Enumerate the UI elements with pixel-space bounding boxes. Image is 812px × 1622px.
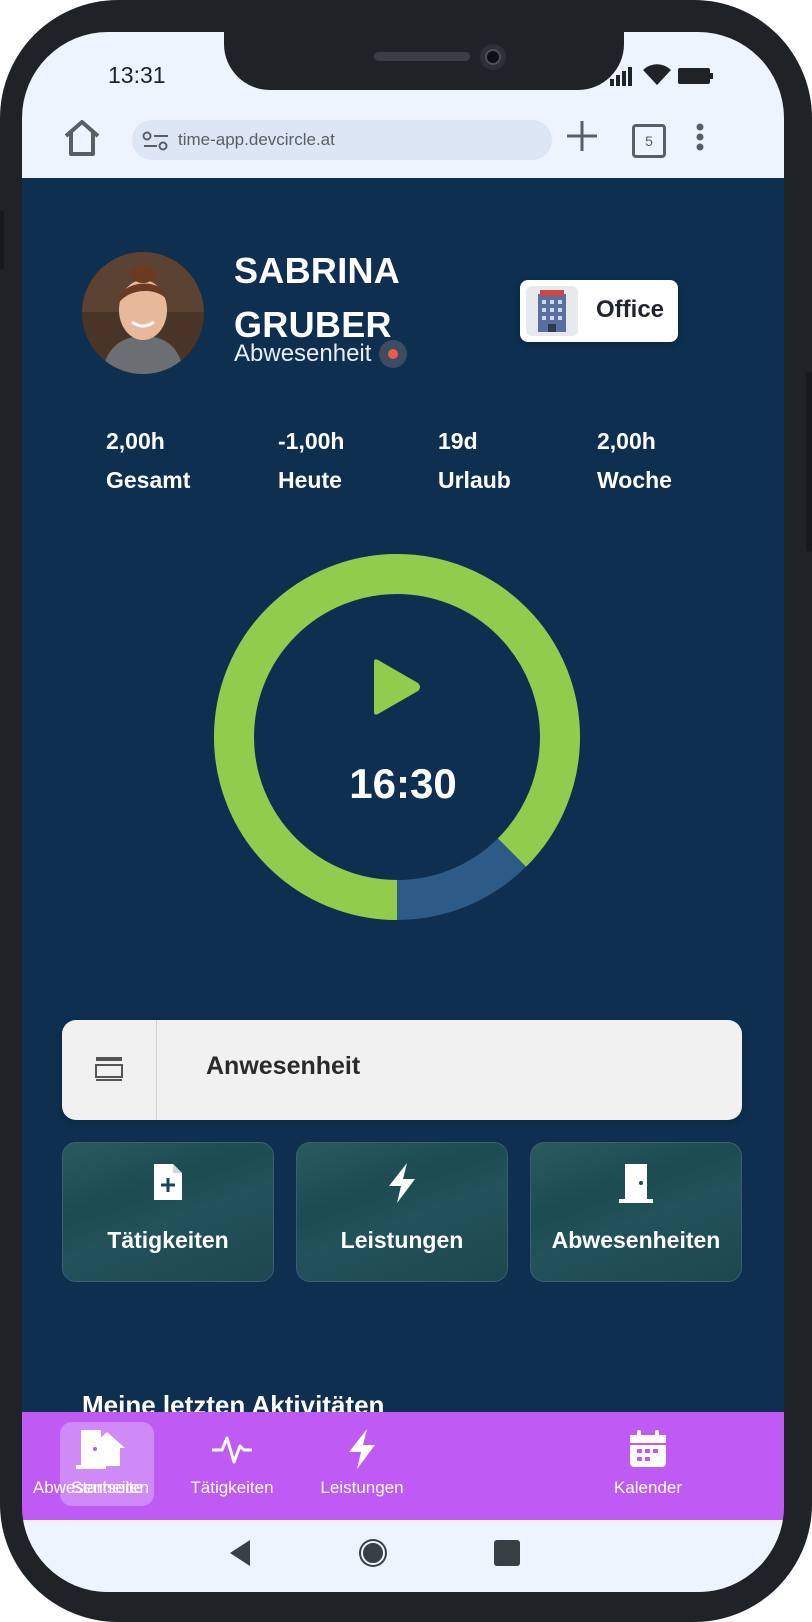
stat-label: Woche bbox=[597, 467, 672, 493]
divider bbox=[156, 1020, 157, 1120]
tab-switcher-button[interactable]: 5 bbox=[632, 124, 666, 158]
first-name: SABRINA bbox=[234, 250, 401, 291]
stat-value: 2,00h bbox=[106, 428, 165, 454]
door-icon bbox=[531, 1161, 741, 1205]
phone-frame: 13:31 time-app.devcircle.at 5 SABRINA GR… bbox=[0, 0, 812, 1622]
activity-icon bbox=[210, 1426, 254, 1472]
stat-value: -1,00h bbox=[278, 428, 345, 454]
status-time: 13:31 bbox=[108, 62, 166, 88]
document-add-icon bbox=[63, 1161, 273, 1205]
office-building-icon bbox=[526, 286, 578, 336]
volume-button bbox=[0, 210, 4, 270]
nav-leistungen[interactable]: Leistungen bbox=[312, 1412, 412, 1520]
lightning-icon bbox=[345, 1426, 379, 1472]
presence-label: Anwesenheit bbox=[206, 1052, 361, 1080]
bottom-nav: Startseite Tätigkeiten Leistungen Abwese… bbox=[22, 1412, 784, 1520]
system-nav-bar bbox=[22, 1520, 784, 1592]
recents-icon[interactable] bbox=[492, 1538, 522, 1573]
nav-kalender[interactable]: Kalender bbox=[606, 1412, 690, 1520]
tile-abwesenheiten[interactable]: Abwesenheiten bbox=[530, 1142, 742, 1282]
url-text: time-app.devcircle.at bbox=[178, 130, 335, 149]
tile-label: Tätigkeiten bbox=[107, 1227, 229, 1253]
address-bar[interactable]: time-app.devcircle.at bbox=[132, 120, 552, 160]
tile-label: Leistungen bbox=[340, 1227, 464, 1253]
new-tab-icon[interactable] bbox=[564, 118, 600, 159]
play-button[interactable] bbox=[366, 656, 424, 723]
presence-selector[interactable]: Anwesenheit bbox=[62, 1020, 742, 1120]
stat-label: Gesamt bbox=[106, 467, 191, 493]
more-menu-icon[interactable] bbox=[694, 122, 706, 157]
stat-heute: -1,00h Heute bbox=[278, 428, 344, 494]
nav-abwesenheiten[interactable]: Abwesenheiten bbox=[22, 1412, 160, 1520]
door-icon bbox=[73, 1426, 109, 1472]
stat-gesamt: 2,00h Gesamt bbox=[106, 428, 190, 494]
profile-name: SABRINA GRUBER bbox=[234, 244, 400, 352]
tile-label: Abwesenheiten bbox=[551, 1227, 721, 1253]
site-settings-icon[interactable] bbox=[142, 130, 170, 157]
timer-ring bbox=[212, 552, 582, 927]
signal-icon bbox=[610, 66, 638, 91]
stat-urlaub: 19d Urlaub bbox=[438, 428, 511, 494]
wifi-icon bbox=[642, 64, 672, 91]
status-indicator bbox=[379, 340, 408, 368]
back-icon[interactable] bbox=[228, 1538, 252, 1573]
home-circle-icon[interactable] bbox=[356, 1536, 390, 1575]
list-icon bbox=[94, 1054, 124, 1087]
stat-value: 19d bbox=[438, 428, 478, 454]
status-text: Abwesenheit bbox=[234, 340, 372, 367]
ring-progress bbox=[214, 554, 580, 920]
play-icon[interactable] bbox=[366, 656, 424, 718]
screen: 13:31 time-app.devcircle.at 5 SABRINA GR… bbox=[22, 32, 784, 1592]
status-row: Abwesenheit bbox=[234, 340, 408, 368]
home-browser-icon[interactable] bbox=[60, 116, 104, 165]
avatar[interactable] bbox=[82, 252, 204, 374]
stat-label: Urlaub bbox=[438, 467, 511, 493]
front-camera bbox=[480, 44, 506, 70]
nav-label: Abwesenheiten bbox=[32, 1478, 150, 1497]
power-button bbox=[806, 372, 812, 552]
tile-leistungen[interactable]: Leistungen bbox=[296, 1142, 508, 1282]
timer-display: 16:30 bbox=[349, 760, 457, 807]
lightning-icon bbox=[297, 1161, 507, 1205]
battery-icon bbox=[678, 68, 714, 89]
stat-woche: 2,00h Woche bbox=[597, 428, 672, 494]
nav-label: Tätigkeiten bbox=[190, 1478, 274, 1497]
notch bbox=[224, 32, 624, 90]
tile-taetigkeiten[interactable]: Tätigkeiten bbox=[62, 1142, 274, 1282]
nav-taetigkeiten[interactable]: Tätigkeiten bbox=[178, 1412, 286, 1520]
location-badge[interactable]: Office bbox=[520, 280, 678, 342]
calendar-icon bbox=[628, 1426, 668, 1472]
stat-label: Heute bbox=[278, 467, 342, 493]
location-label: Office bbox=[596, 296, 665, 323]
app-content: SABRINA GRUBER Abwesenheit Office 2,00h … bbox=[22, 178, 784, 1520]
nav-label: Kalender bbox=[613, 1478, 683, 1497]
stat-value: 2,00h bbox=[597, 428, 656, 454]
nav-label: Leistungen bbox=[320, 1478, 404, 1497]
speaker bbox=[374, 52, 470, 61]
